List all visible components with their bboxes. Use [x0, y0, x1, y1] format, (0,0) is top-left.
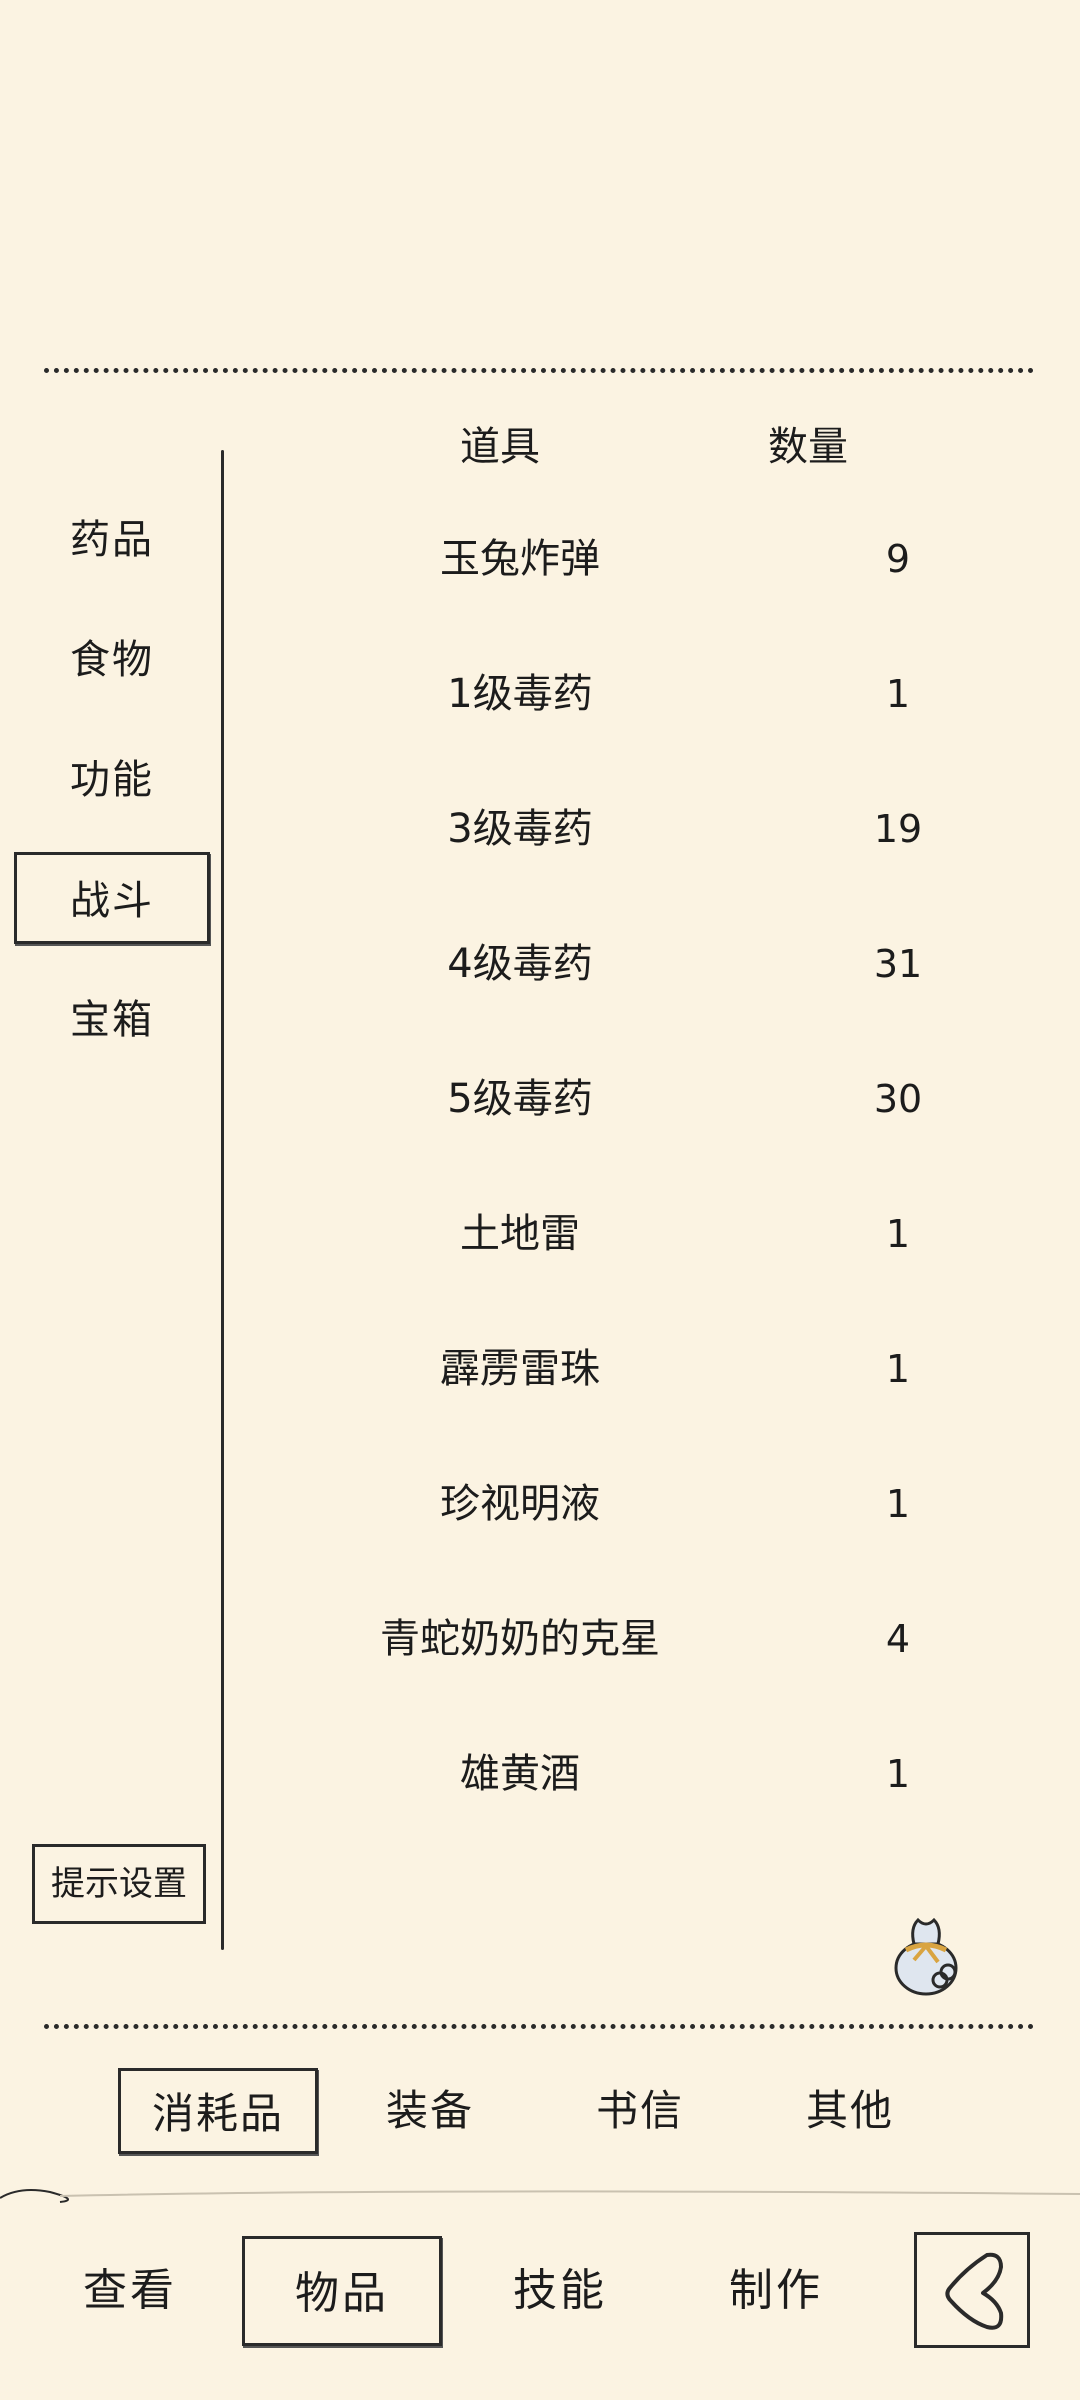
item-quantity: 19: [873, 807, 923, 851]
item-name: 珍视明液: [440, 1481, 600, 1527]
back-arrow-icon: [945, 2252, 1004, 2330]
item-quantity: 31: [873, 942, 923, 986]
item-quantity: 30: [873, 1077, 923, 1121]
brush-stroke-divider: [0, 2189, 1080, 2203]
column-header-quantity: 数量: [768, 424, 848, 470]
item-row[interactable]: 3级毒药 19: [240, 762, 1040, 897]
item-quantity: 1: [885, 1482, 911, 1526]
item-quantity: 4: [885, 1617, 911, 1661]
item-name: 土地雷: [460, 1211, 580, 1257]
back-button[interactable]: [914, 2232, 1030, 2348]
item-name: 4级毒药: [447, 941, 593, 987]
item-name: 3级毒药: [447, 806, 593, 852]
item-row[interactable]: 1级毒药 1: [240, 627, 1040, 762]
item-row[interactable]: 土地雷 1: [240, 1167, 1040, 1302]
item-row[interactable]: 青蛇奶奶的克星 4: [240, 1572, 1040, 1707]
loot-bag-icon[interactable]: [884, 1910, 968, 2000]
item-quantity: 1: [885, 1347, 911, 1391]
tab-equipment[interactable]: 装备: [330, 2068, 530, 2154]
nav-tab-view[interactable]: 查看: [30, 2236, 230, 2346]
tab-consumables[interactable]: 消耗品: [118, 2068, 318, 2154]
item-name: 5级毒药: [447, 1076, 593, 1122]
tab-other[interactable]: 其他: [750, 2068, 950, 2154]
item-row[interactable]: 玉兔炸弹 9: [240, 492, 1040, 627]
item-name: 1级毒药: [447, 671, 593, 717]
category-function[interactable]: 功能: [14, 734, 210, 826]
item-name: 青蛇奶奶的克星: [380, 1616, 660, 1662]
nav-tab-items[interactable]: 物品: [242, 2236, 442, 2346]
item-quantity: 1: [885, 672, 911, 716]
bottom-dotted-divider: [44, 2024, 1034, 2029]
item-quantity: 1: [885, 1752, 911, 1796]
item-row[interactable]: 珍视明液 1: [240, 1437, 1040, 1572]
item-name: 霹雳雷珠: [440, 1346, 600, 1392]
category-medicine[interactable]: 药品: [14, 494, 210, 586]
item-quantity: 1: [885, 1212, 911, 1256]
hint-settings-button[interactable]: 提示设置: [32, 1844, 206, 1924]
category-divider: [221, 450, 224, 1950]
item-name: 玉兔炸弹: [440, 536, 600, 582]
category-treasure-chest[interactable]: 宝箱: [14, 974, 210, 1066]
tab-letters[interactable]: 书信: [540, 2068, 740, 2154]
column-header-item: 道具: [460, 424, 540, 470]
category-food[interactable]: 食物: [14, 614, 210, 706]
item-name: 雄黄酒: [460, 1751, 580, 1797]
item-row[interactable]: 雄黄酒 1: [240, 1707, 1040, 1842]
category-combat[interactable]: 战斗: [14, 852, 210, 944]
nav-tab-crafting[interactable]: 制作: [676, 2236, 876, 2346]
top-dotted-divider: [44, 368, 1034, 373]
item-row[interactable]: 4级毒药 31: [240, 897, 1040, 1032]
item-row[interactable]: 5级毒药 30: [240, 1032, 1040, 1167]
item-row[interactable]: 霹雳雷珠 1: [240, 1302, 1040, 1437]
item-quantity: 9: [885, 537, 911, 581]
nav-tab-skills[interactable]: 技能: [460, 2236, 660, 2346]
